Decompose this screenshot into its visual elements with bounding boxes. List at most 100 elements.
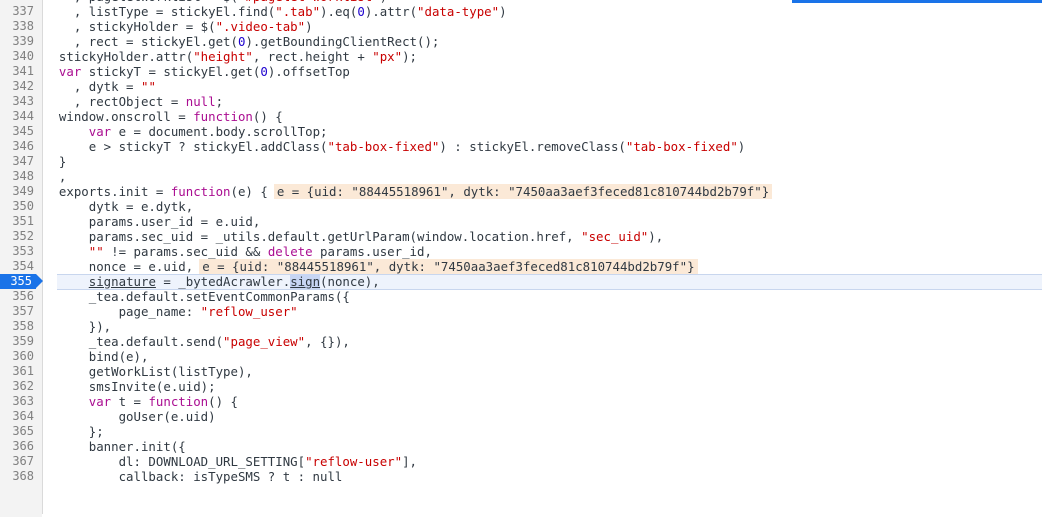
line-number[interactable]: 358 bbox=[0, 319, 34, 334]
code-text[interactable]: callback: isTypeSMS ? t : null bbox=[44, 469, 343, 484]
code-text[interactable]: _tea.default.setEventCommonParams({ bbox=[44, 289, 350, 304]
code-text[interactable]: _tea.default.send("page_view", {}), bbox=[44, 334, 350, 349]
code-text[interactable]: signature = _bytedAcrawler.sign(nonce), bbox=[44, 274, 380, 289]
code-text[interactable]: getWorkList(listType), bbox=[44, 364, 253, 379]
code-text[interactable]: }; bbox=[44, 424, 104, 439]
code-text[interactable]: , rect = stickyEl.get(0).getBoundingClie… bbox=[44, 34, 440, 49]
code-line[interactable]: 354 nonce = e.uid, e = {uid: "88445518961… bbox=[0, 259, 1042, 274]
code-line[interactable]: 350 dytk = e.dytk, bbox=[0, 199, 1042, 214]
code-line[interactable]: 357 page_name: "reflow_user" bbox=[0, 304, 1042, 319]
code-text[interactable]: , stickyHolder = $(".video-tab") bbox=[44, 19, 313, 34]
code-line[interactable]: 351 params.user_id = e.uid, bbox=[0, 214, 1042, 229]
code-text[interactable]: page_name: "reflow_user" bbox=[44, 304, 298, 319]
breakpoint-line-number[interactable]: 355 bbox=[0, 274, 36, 289]
code-text[interactable]: , rectObject = null; bbox=[44, 94, 223, 109]
code-line[interactable]: 345 var e = document.body.scrollTop; bbox=[0, 124, 1042, 139]
line-number[interactable]: 354 bbox=[0, 259, 34, 274]
line-number[interactable]: 348 bbox=[0, 169, 34, 184]
code-text[interactable]: var e = document.body.scrollTop; bbox=[44, 124, 328, 139]
code-line-active[interactable]: 355 signature = _bytedAcrawler.sign(nonc… bbox=[0, 274, 1042, 290]
code-token: goUser(e.uid) bbox=[44, 409, 216, 424]
code-text[interactable]: dl: DOWNLOAD_URL_SETTING["reflow-user"], bbox=[44, 454, 417, 469]
line-number[interactable]: 363 bbox=[0, 394, 34, 409]
line-number[interactable]: 351 bbox=[0, 214, 34, 229]
code-line[interactable]: 347 } bbox=[0, 154, 1042, 169]
line-number[interactable]: 366 bbox=[0, 439, 34, 454]
code-line[interactable]: 342 , dytk = "" bbox=[0, 79, 1042, 94]
code-text[interactable]: , bbox=[44, 169, 66, 184]
code-token: function bbox=[193, 109, 253, 124]
code-line[interactable]: 349 exports.init = function(e) {e = {uid… bbox=[0, 184, 1042, 199]
code-editor[interactable]: 336 , pageletWorklist = $("#pagelet-work… bbox=[0, 0, 1042, 517]
code-text[interactable]: exports.init = function(e) {e = {uid: "8… bbox=[44, 184, 773, 199]
code-line[interactable]: 343 , rectObject = null; bbox=[0, 94, 1042, 109]
code-text[interactable]: smsInvite(e.uid); bbox=[44, 379, 216, 394]
code-line[interactable]: 339 , rect = stickyEl.get(0).getBounding… bbox=[0, 34, 1042, 49]
code-text[interactable]: window.onscroll = function() { bbox=[44, 109, 283, 124]
line-number[interactable]: 350 bbox=[0, 199, 34, 214]
line-number-text: 367 bbox=[12, 454, 34, 468]
line-number[interactable]: 349 bbox=[0, 184, 34, 199]
code-line[interactable]: 344 window.onscroll = function() { bbox=[0, 109, 1042, 124]
code-line[interactable]: 368 callback: isTypeSMS ? t : null bbox=[0, 469, 1042, 484]
line-number[interactable]: 345 bbox=[0, 124, 34, 139]
line-number[interactable]: 368 bbox=[0, 469, 34, 484]
code-line[interactable]: 365 }; bbox=[0, 424, 1042, 439]
code-text[interactable]: } bbox=[44, 154, 66, 169]
code-text[interactable]: dytk = e.dytk, bbox=[44, 199, 193, 214]
line-number[interactable]: 342 bbox=[0, 79, 34, 94]
code-line[interactable]: 364 goUser(e.uid) bbox=[0, 409, 1042, 424]
line-number[interactable]: 362 bbox=[0, 379, 34, 394]
line-number[interactable]: 338 bbox=[0, 19, 34, 34]
code-text[interactable]: }), bbox=[44, 319, 111, 334]
code-text[interactable]: params.user_id = e.uid, bbox=[44, 214, 261, 229]
code-line[interactable]: 348 , bbox=[0, 169, 1042, 184]
line-number[interactable]: 346 bbox=[0, 139, 34, 154]
code-line[interactable]: 362 smsInvite(e.uid); bbox=[0, 379, 1042, 394]
line-number[interactable]: 352 bbox=[0, 229, 34, 244]
code-line[interactable]: 356 _tea.default.setEventCommonParams({ bbox=[0, 289, 1042, 304]
line-number[interactable]: 339 bbox=[0, 34, 34, 49]
line-number[interactable]: 357 bbox=[0, 304, 34, 319]
code-text[interactable]: , listType = stickyEl.find(".tab").eq(0)… bbox=[44, 4, 507, 19]
code-line[interactable]: 340 stickyHolder.attr("height", rect.hei… bbox=[0, 49, 1042, 64]
code-line[interactable]: 360 bind(e), bbox=[0, 349, 1042, 364]
line-number[interactable]: 347 bbox=[0, 154, 34, 169]
line-number[interactable]: 359 bbox=[0, 334, 34, 349]
code-line[interactable]: 346 e > stickyT ? stickyEl.addClass("tab… bbox=[0, 139, 1042, 154]
code-text[interactable]: banner.init({ bbox=[44, 439, 186, 454]
code-text[interactable]: stickyHolder.attr("height", rect.height … bbox=[44, 49, 417, 64]
code-line[interactable]: 367 dl: DOWNLOAD_URL_SETTING["reflow-use… bbox=[0, 454, 1042, 469]
line-number[interactable]: 361 bbox=[0, 364, 34, 379]
code-text[interactable]: params.sec_uid = _utils.default.getUrlPa… bbox=[44, 229, 663, 244]
line-number[interactable]: 356 bbox=[0, 289, 34, 304]
code-text[interactable]: "" != params.sec_uid && delete params.us… bbox=[44, 244, 432, 259]
code-line[interactable]: 366 banner.init({ bbox=[0, 439, 1042, 454]
code-line[interactable]: 359 _tea.default.send("page_view", {}), bbox=[0, 334, 1042, 349]
line-number[interactable]: 364 bbox=[0, 409, 34, 424]
code-text[interactable]: e > stickyT ? stickyEl.addClass("tab-box… bbox=[44, 139, 746, 154]
code-line[interactable]: 353 "" != params.sec_uid && delete param… bbox=[0, 244, 1042, 259]
line-number[interactable]: 367 bbox=[0, 454, 34, 469]
code-text[interactable]: , dytk = "" bbox=[44, 79, 156, 94]
code-text[interactable]: bind(e), bbox=[44, 349, 149, 364]
line-number[interactable]: 340 bbox=[0, 49, 34, 64]
code-line[interactable]: 358 }), bbox=[0, 319, 1042, 334]
code-line[interactable]: 352 params.sec_uid = _utils.default.getU… bbox=[0, 229, 1042, 244]
line-number[interactable]: 343 bbox=[0, 94, 34, 109]
code-text[interactable]: var t = function() { bbox=[44, 394, 238, 409]
code-line[interactable]: 337 , listType = stickyEl.find(".tab").e… bbox=[0, 4, 1042, 19]
code-line[interactable]: 341 var stickyT = stickyEl.get(0).offset… bbox=[0, 64, 1042, 79]
line-number[interactable]: 344 bbox=[0, 109, 34, 124]
line-number[interactable]: 337 bbox=[0, 4, 34, 19]
line-number[interactable]: 341 bbox=[0, 64, 34, 79]
code-line[interactable]: 338 , stickyHolder = $(".video-tab") bbox=[0, 19, 1042, 34]
line-number[interactable]: 360 bbox=[0, 349, 34, 364]
code-text[interactable]: nonce = e.uid, e = {uid: "88445518961", d… bbox=[44, 259, 698, 274]
code-text[interactable]: goUser(e.uid) bbox=[44, 409, 216, 424]
code-line[interactable]: 361 getWorkList(listType), bbox=[0, 364, 1042, 379]
code-text[interactable]: var stickyT = stickyEl.get(0).offsetTop bbox=[44, 64, 350, 79]
line-number[interactable]: 365 bbox=[0, 424, 34, 439]
line-number[interactable]: 353 bbox=[0, 244, 34, 259]
code-line[interactable]: 363 var t = function() { bbox=[0, 394, 1042, 409]
